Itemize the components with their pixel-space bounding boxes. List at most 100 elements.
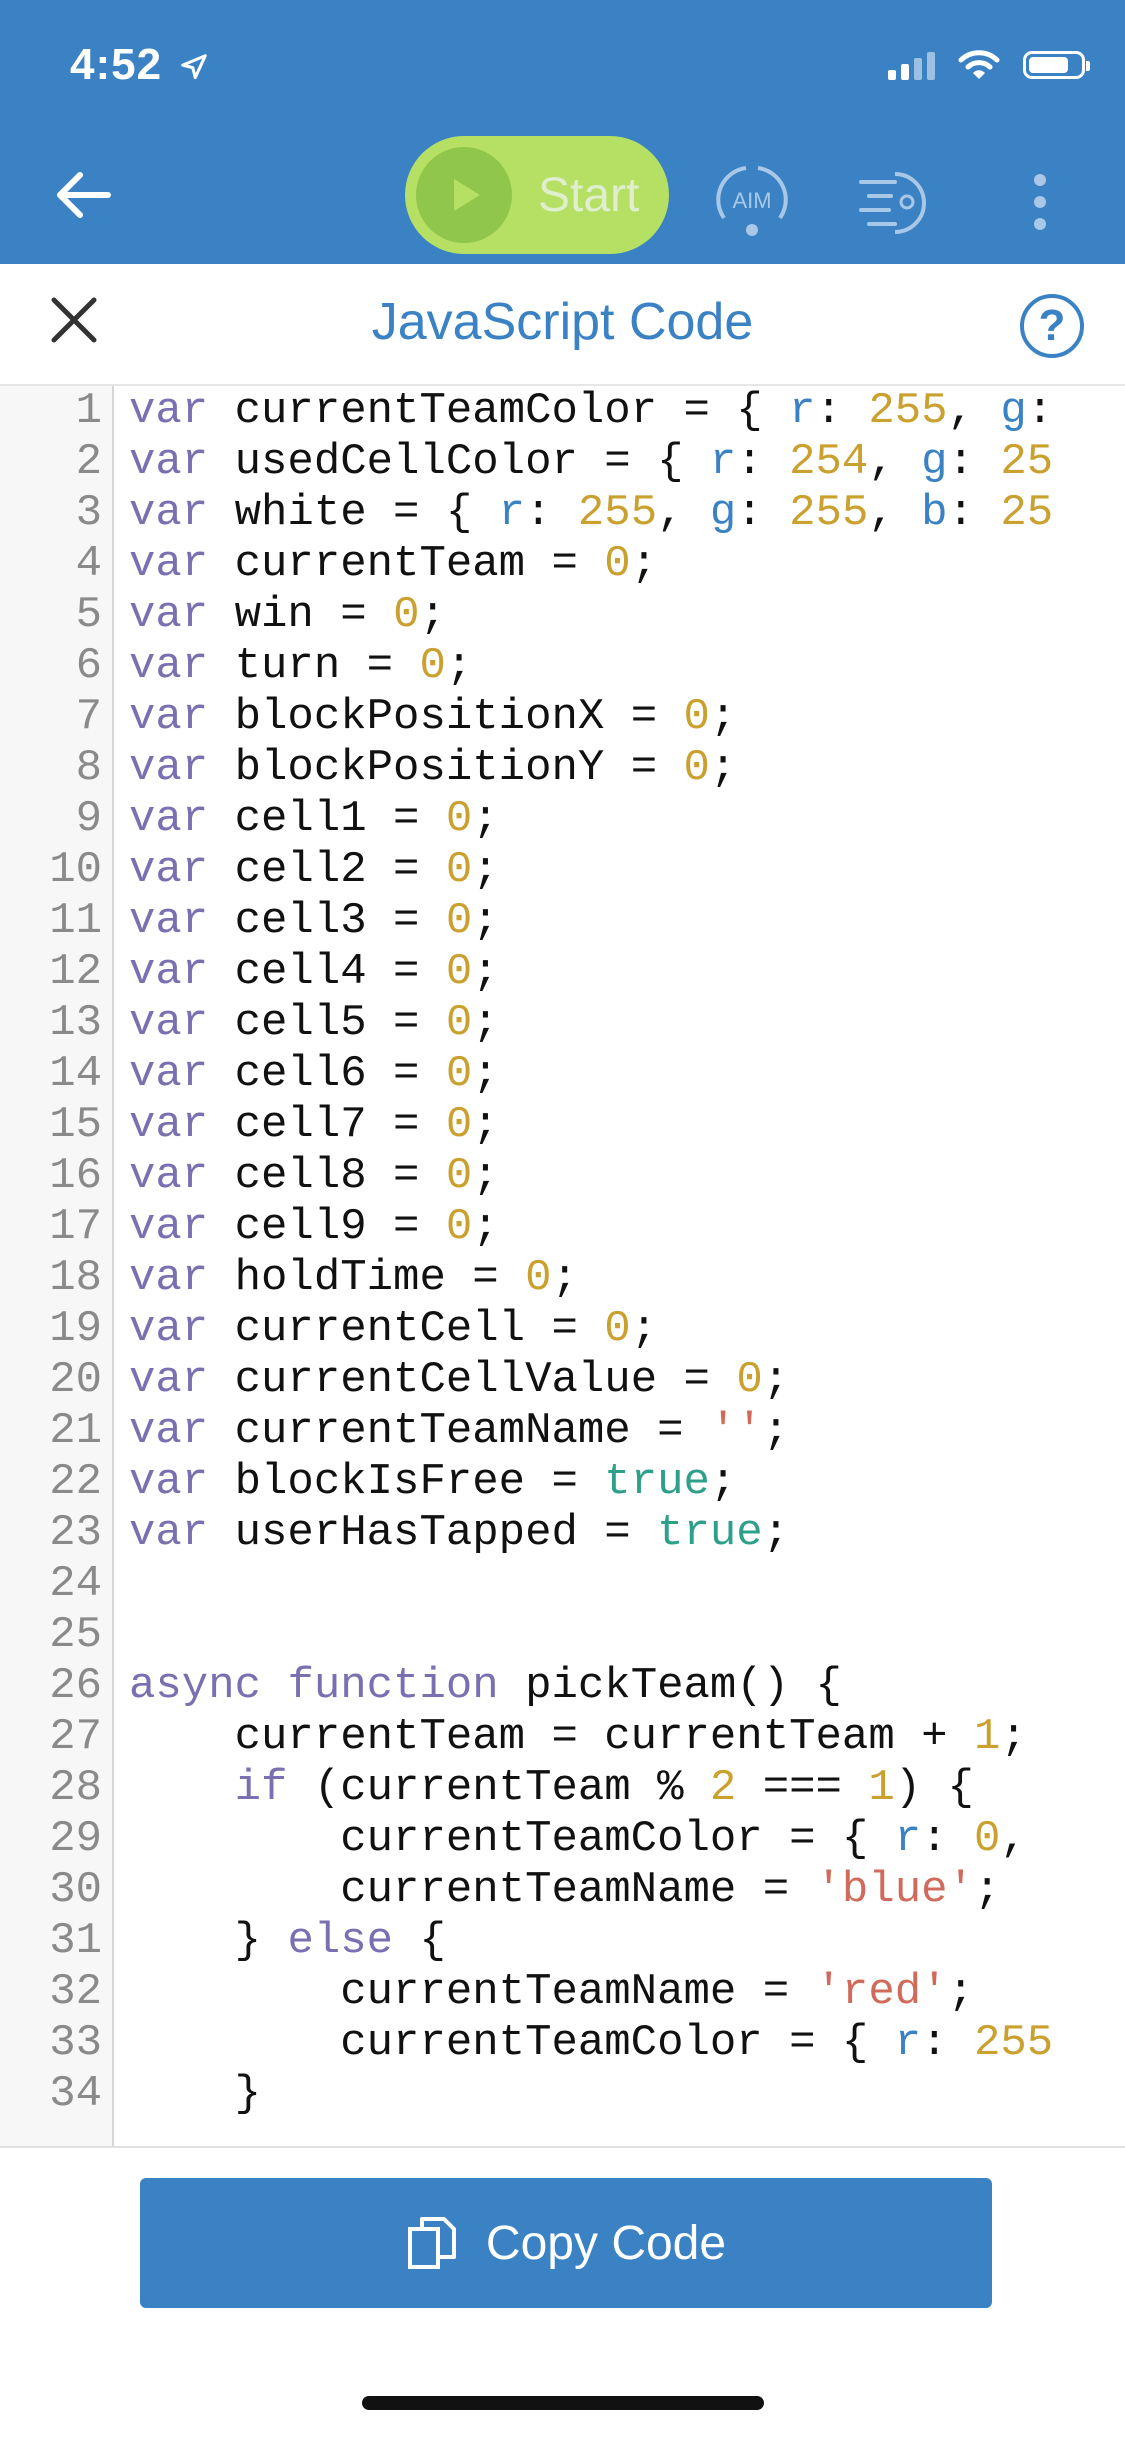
code-text: var cell1 = 0; [129, 794, 499, 845]
top-toolbar: 4:52 Start AIM [0, 0, 1125, 264]
help-button[interactable]: ? [1020, 294, 1084, 358]
line-number: 31 [49, 1916, 102, 1966]
code-token: var [129, 1100, 209, 1150]
code-token: 254 [789, 437, 869, 487]
code-token: ; [419, 590, 446, 640]
code-text: currentTeamColor = { r: 255 [129, 2018, 1053, 2069]
code-text: var currentTeam = 0; [129, 539, 657, 590]
code-token: 0 [683, 743, 710, 793]
line-number: 10 [49, 845, 102, 895]
code-line: 7 var blockPositionX = 0; [0, 692, 1125, 743]
code-token: var [129, 641, 209, 691]
copy-code-button[interactable]: Copy Code [140, 2178, 992, 2308]
code-token: ; [709, 1457, 737, 1507]
code-token: === [736, 1763, 869, 1813]
wifi-icon [958, 50, 1000, 79]
code-token: 0 [445, 1100, 473, 1150]
code-token: var [129, 998, 209, 1048]
code-token: win = [208, 590, 394, 640]
code-line: 30 currentTeamName = 'blue'; [0, 1865, 1125, 1916]
code-line: 3 var white = { r: 255, g: 255, b: 25 [0, 488, 1125, 539]
code-token: ; [973, 1865, 1001, 1915]
line-number: 21 [49, 1406, 102, 1456]
aim-button[interactable]: AIM [710, 158, 794, 242]
code-token: cell2 = [208, 845, 446, 895]
home-indicator[interactable] [362, 2396, 764, 2410]
play-icon [416, 147, 512, 243]
code-token: , [947, 386, 1001, 436]
line-number: 17 [49, 1202, 102, 1252]
code-text: async function pickTeam() { [129, 1661, 842, 1712]
code-token: : [736, 488, 790, 538]
line-number: 25 [49, 1610, 102, 1660]
code-text: } else { [129, 1916, 446, 1967]
code-editor[interactable]: 1 var currentTeamColor = { r: 255, g: 2 var… [0, 386, 1125, 2146]
code-text: currentTeamName = 'blue'; [129, 1865, 1000, 1916]
line-number: 26 [49, 1661, 102, 1711]
code-token: 0 [736, 1355, 763, 1405]
code-text: var holdTime = 0; [129, 1253, 578, 1304]
code-token: : [947, 437, 1001, 487]
code-text: var blockPositionX = 0; [129, 692, 736, 743]
code-header: JavaScript Code ? [0, 264, 1125, 386]
code-token: 0 [445, 1202, 473, 1252]
code-token: white = { [208, 488, 499, 538]
code-token: cell5 = [208, 998, 446, 1048]
code-line: 4 var currentTeam = 0; [0, 539, 1125, 590]
code-token: var [129, 1508, 209, 1558]
code-token: ; [762, 1406, 790, 1456]
signal-icon [888, 50, 935, 80]
code-token: 0 [445, 896, 473, 946]
start-button[interactable]: Start [405, 136, 669, 254]
line-number: 29 [49, 1814, 102, 1864]
code-token: cell8 = [208, 1151, 446, 1201]
code-token: true [657, 1508, 763, 1558]
more-vertical-icon[interactable] [1022, 172, 1058, 232]
code-token: var [129, 794, 209, 844]
code-token: ; [630, 1304, 658, 1354]
code-text: var win = 0; [129, 590, 446, 641]
code-token: 255 [973, 2018, 1054, 2068]
code-line: 10 var cell2 = 0; [0, 845, 1125, 896]
code-token: : [815, 386, 869, 436]
code-token: cell6 = [208, 1049, 446, 1099]
code-token: ; [472, 1100, 499, 1150]
code-token: r [894, 2018, 922, 2068]
code-token: 25 [1000, 437, 1054, 487]
code-line: 22 var blockIsFree = true; [0, 1457, 1125, 1508]
drive-mode-icon[interactable] [855, 162, 935, 242]
code-token: ; [762, 1508, 790, 1558]
code-token: 0 [445, 998, 473, 1048]
aim-icon: AIM [716, 166, 788, 236]
code-line: 34 } [0, 2069, 1125, 2120]
code-token: var [129, 1202, 209, 1252]
code-token: ; [472, 896, 499, 946]
code-token: var [129, 1304, 209, 1354]
code-token: ; [472, 998, 499, 1048]
line-number: 32 [49, 1967, 102, 2017]
code-text: var white = { r: 255, g: 255, b: 25 [129, 488, 1053, 539]
code-token: : [525, 488, 578, 538]
code-token: : [736, 437, 790, 487]
code-text: var currentCell = 0; [129, 1304, 657, 1355]
code-text: var blockPositionY = 0; [129, 743, 736, 794]
code-token: var [129, 1151, 209, 1201]
code-token: userHasTapped = [208, 1508, 658, 1558]
code-line: 31 } else { [0, 1916, 1125, 1967]
aim-label: AIM [732, 188, 771, 213]
code-token: var [129, 947, 209, 997]
code-line: 5 var win = 0; [0, 590, 1125, 641]
page-title: JavaScript Code [371, 293, 754, 351]
code-line: 11 var cell3 = 0; [0, 896, 1125, 947]
code-token: currentTeamName = [129, 1967, 816, 2017]
back-button[interactable] [48, 160, 118, 230]
code-token: var [129, 539, 209, 589]
line-number: 16 [49, 1151, 102, 1201]
code-token: function [287, 1661, 499, 1711]
code-token: : [921, 2018, 974, 2068]
start-label: Start [538, 168, 640, 222]
code-text: var cell3 = 0; [129, 896, 499, 947]
code-line: 15 var cell7 = 0; [0, 1100, 1125, 1151]
code-token: if [234, 1763, 288, 1813]
